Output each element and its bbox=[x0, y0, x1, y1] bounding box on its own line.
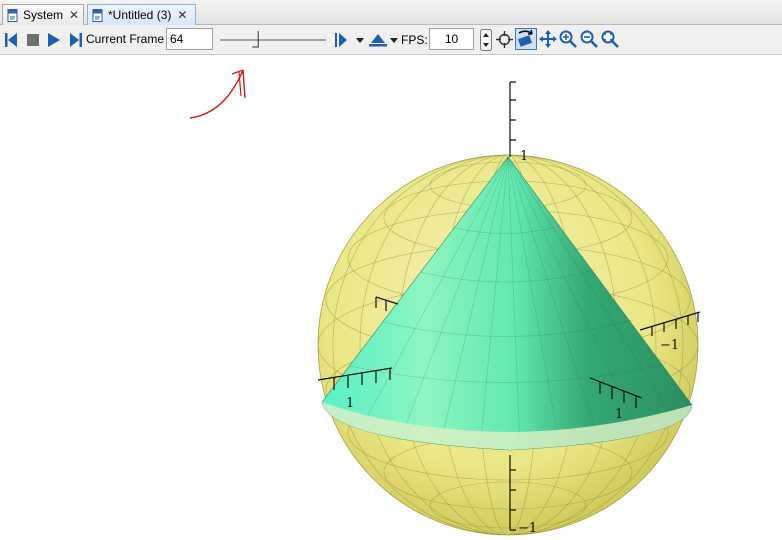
playback-mode-button[interactable] bbox=[368, 31, 388, 48]
step-forward-icon bbox=[335, 33, 347, 47]
zoom-fit-button[interactable] bbox=[601, 30, 619, 48]
slider-thumb[interactable] bbox=[252, 31, 259, 48]
stop-icon bbox=[27, 34, 39, 46]
next-frame-button[interactable] bbox=[69, 32, 83, 48]
playback-direction-dropdown[interactable] bbox=[356, 38, 364, 44]
plot-canvas[interactable]: 1 −1 1 1 −1 bbox=[0, 56, 782, 537]
zoom-in-icon bbox=[559, 30, 577, 48]
rotate-icon bbox=[517, 29, 533, 47]
axis-label-y-back: −1 bbox=[660, 338, 679, 353]
play-button[interactable] bbox=[47, 32, 61, 48]
chevron-down-icon bbox=[356, 38, 364, 43]
playback-mode-dropdown[interactable] bbox=[390, 38, 398, 44]
play-icon bbox=[48, 33, 60, 47]
axis-label-y-front: 1 bbox=[615, 407, 623, 422]
zoom-out-button[interactable] bbox=[580, 30, 598, 48]
worksheet-icon bbox=[92, 8, 104, 22]
zoom-fit-icon bbox=[601, 30, 619, 48]
pan-arrows-icon bbox=[539, 30, 557, 48]
zoom-out-icon bbox=[580, 30, 598, 48]
skip-back-icon bbox=[5, 33, 17, 47]
step-forward-icon bbox=[70, 33, 82, 47]
tab-label: *Untitled (3) bbox=[108, 8, 172, 22]
annotation-arrow bbox=[189, 69, 246, 119]
zoom-in-button[interactable] bbox=[559, 30, 577, 48]
spinner-icon bbox=[480, 29, 492, 51]
axis-label-z-top: 1 bbox=[520, 149, 528, 164]
fps-input[interactable] bbox=[429, 28, 474, 50]
crosshair-icon bbox=[496, 31, 513, 48]
axis-label-x-front: 1 bbox=[346, 396, 354, 411]
go-to-start-button[interactable] bbox=[4, 32, 18, 48]
pan-tool-button[interactable] bbox=[539, 30, 557, 48]
axis-label-z-bottom: −1 bbox=[518, 521, 537, 536]
fps-label: FPS: bbox=[401, 33, 428, 47]
close-icon[interactable]: ✕ bbox=[177, 9, 187, 21]
frame-slider[interactable] bbox=[220, 29, 326, 51]
point-probe-button[interactable] bbox=[496, 31, 513, 48]
step-forward-button[interactable] bbox=[334, 32, 348, 48]
stop-button[interactable] bbox=[26, 33, 40, 47]
tab-system[interactable]: System ✕ bbox=[2, 4, 84, 25]
tab-untitled-3[interactable]: *Untitled (3) ✕ bbox=[87, 4, 196, 25]
tab-label: System bbox=[23, 8, 64, 22]
rotate-tool-button[interactable] bbox=[515, 28, 537, 50]
current-frame-label: Current Frame bbox=[86, 32, 165, 46]
3d-plot[interactable]: 1 −1 1 1 −1 bbox=[0, 56, 782, 537]
worksheet-icon bbox=[7, 8, 19, 22]
animation-toolbar: Current Frame FPS: bbox=[0, 25, 782, 55]
document-tab-bar: System ✕ *Untitled (3) ✕ bbox=[0, 0, 782, 25]
close-icon[interactable]: ✕ bbox=[69, 9, 79, 21]
fps-spinner[interactable] bbox=[480, 29, 492, 51]
chevron-down-icon bbox=[390, 38, 398, 43]
current-frame-input[interactable] bbox=[166, 28, 213, 50]
loop-mode-icon bbox=[369, 34, 387, 47]
